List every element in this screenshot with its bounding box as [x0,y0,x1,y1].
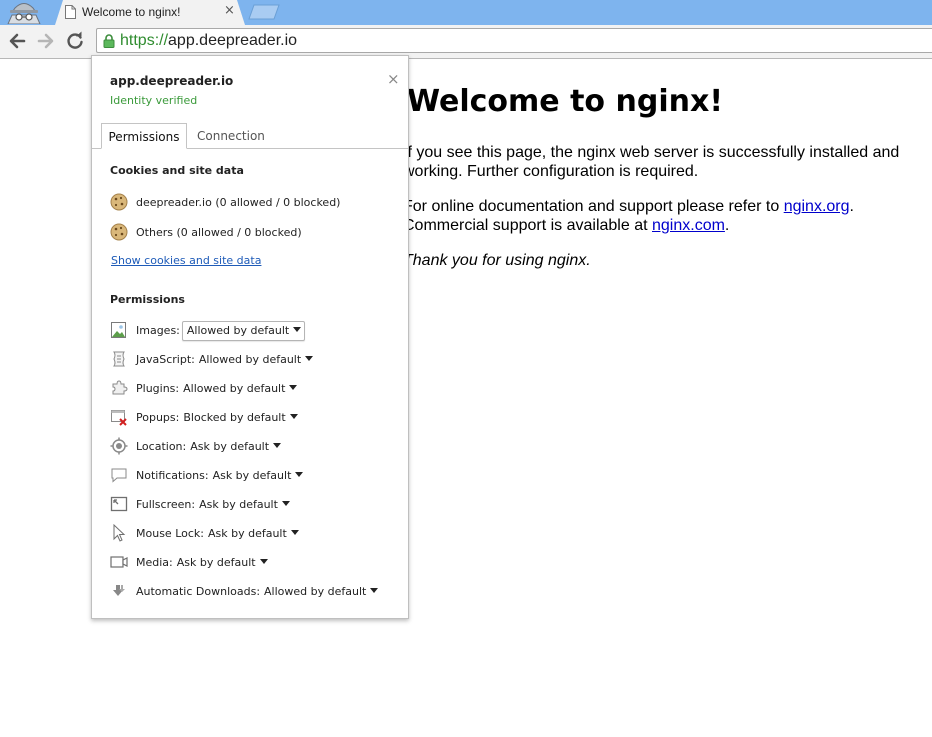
permission-label: Popups: [136,411,180,424]
permission-label: Mouse Lock: [136,527,204,540]
tab-title: Welcome to nginx! [82,5,181,19]
docs-period: . [849,198,854,215]
forward-arrow-icon[interactable] [35,30,57,52]
page-heading: Welcome to nginx! [407,84,723,119]
permission-value: Blocked by default [183,411,286,424]
permission-label: Automatic Downloads: [136,585,261,598]
notifications-dropdown[interactable]: Ask by default [213,469,304,482]
new-tab-button[interactable] [248,4,280,20]
permission-value: Ask by default [190,440,270,453]
cookie-label: Others (0 allowed / 0 blocked) [136,226,302,239]
permission-value: Ask by default [207,527,287,540]
docs-paragraph: For online documentation and support ple… [403,197,923,235]
permission-label: Notifications: [136,469,209,482]
dropdown-arrow-icon [273,443,282,448]
script-icon [113,351,125,367]
tab-connection[interactable]: Connection [197,123,265,149]
tab-strip: Welcome to nginx! × [0,0,932,25]
media-dropdown[interactable]: Ask by default [177,556,268,569]
browser-toolbar: https://app.deepreader.io [0,25,932,59]
cookies-section-title: Cookies and site data [110,164,244,177]
automatic-downloads-dropdown[interactable]: Allowed by default [264,585,379,598]
permission-value: Ask by default [212,469,292,482]
identity-status: Identity verified [110,94,198,107]
nginx-org-link[interactable]: nginx.org [784,198,850,215]
permission-value: Allowed by default [264,585,367,598]
incognito-icon [7,3,41,24]
permission-value: Allowed by default [198,353,302,366]
image-icon [111,322,126,338]
nginx-com-link[interactable]: nginx.com [652,217,725,234]
permission-value: Allowed by default [183,382,286,395]
permissions-section-title: Permissions [110,293,185,306]
close-icon[interactable]: × [387,70,400,88]
permission-value: Ask by default [176,556,256,569]
plugins-dropdown[interactable]: Allowed by default [183,382,298,395]
fullscreen-dropdown[interactable]: Ask by default [199,498,290,511]
dropdown-arrow-icon [259,559,268,564]
reload-icon[interactable] [64,30,86,52]
browser-tab[interactable]: Welcome to nginx! × [55,0,245,25]
tab-permissions[interactable]: Permissions [101,123,187,149]
puzzle-icon [112,380,128,395]
fullscreen-icon [110,496,128,512]
permission-label: Location: [136,440,187,453]
cookie-icon [110,223,128,241]
permission-label: Fullscreen: [136,498,196,511]
popups-dropdown[interactable]: Blocked by default [183,411,298,424]
dropdown-arrow-icon [290,530,299,535]
back-arrow-icon[interactable] [6,30,28,52]
popup-blocked-icon [111,410,127,426]
dropdown-arrow-icon [281,501,290,506]
site-info-popup: app.deepreader.io Identity verified × Pe… [91,55,409,619]
tab-close-button[interactable]: × [224,3,235,18]
permission-value: Ask by default [199,498,278,511]
speech-bubble-icon [111,468,127,483]
address-bar[interactable]: https://app.deepreader.io [96,28,932,53]
support-text: Commercial support is available at [403,217,652,234]
site-name: app.deepreader.io [110,74,234,88]
url-host: app.deepreader.io [168,32,298,49]
permission-label: Media: [136,556,173,569]
show-cookies-link[interactable]: Show cookies and site data [111,254,261,267]
dropdown-arrow-icon [293,327,302,332]
dropdown-arrow-icon [305,356,314,361]
cookie-label: deepreader.io (0 allowed / 0 blocked) [136,196,341,209]
permission-label: Images: [136,324,180,337]
camera-icon [110,556,128,568]
dropdown-arrow-icon [289,414,298,419]
intro-paragraph: If you see this page, the nginx web serv… [403,144,900,180]
location-dropdown[interactable]: Ask by default [190,440,282,453]
url-scheme: https:// [120,32,169,49]
permission-label: JavaScript: [136,353,195,366]
location-icon [110,437,128,455]
permission-label: Plugins: [136,382,180,395]
permission-value: Allowed by default [186,324,290,337]
javascript-dropdown[interactable]: Allowed by default [198,353,314,366]
page-icon [65,5,76,19]
dropdown-arrow-icon [370,588,379,593]
lock-icon[interactable] [103,34,115,48]
images-dropdown[interactable]: Allowed by default [181,321,306,341]
docs-text: For online documentation and support ple… [403,198,784,215]
dropdown-arrow-icon [295,472,304,477]
thanks-paragraph: Thank you for using nginx. [403,252,591,269]
download-icon [113,585,125,596]
mouse-lock-dropdown[interactable]: Ask by default [208,527,299,540]
dropdown-arrow-icon [289,385,298,390]
support-period: . [724,217,730,234]
url-text[interactable]: https://app.deepreader.io [120,32,297,50]
cursor-icon [113,524,126,542]
cookie-icon [110,193,128,211]
